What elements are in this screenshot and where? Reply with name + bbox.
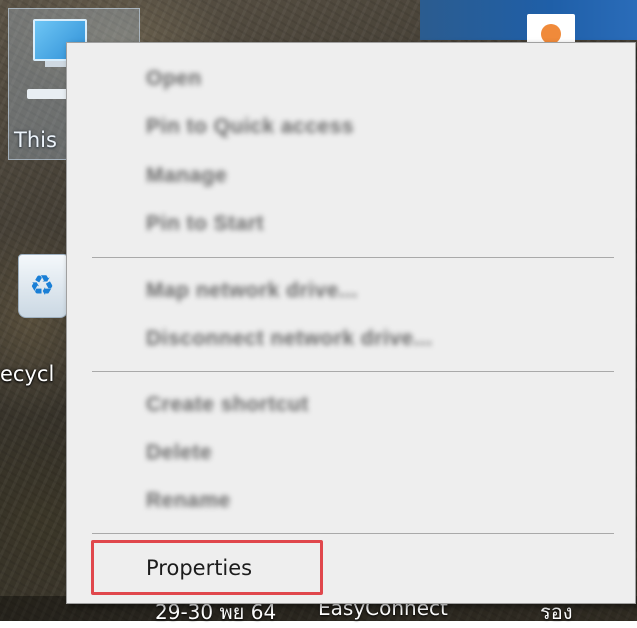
menu-item-open[interactable]: Open xyxy=(67,59,635,99)
menu-item-pin-quick-access[interactable]: Pin to Quick access xyxy=(67,107,635,147)
menu-item-create-shortcut[interactable]: Create shortcut xyxy=(67,385,635,425)
menu-item-map-network-drive[interactable]: Map network drive... xyxy=(67,271,635,311)
properties-highlight-box xyxy=(91,540,323,595)
menu-item-label: Manage xyxy=(146,164,228,187)
menu-item-label: Map network drive... xyxy=(146,279,358,302)
menu-separator xyxy=(92,533,614,534)
menu-item-label: Pin to Quick access xyxy=(146,115,354,138)
menu-item-label: Disconnect network drive... xyxy=(146,327,433,350)
menu-item-label: Pin to Start xyxy=(146,212,265,235)
menu-item-manage[interactable]: Manage xyxy=(67,156,635,196)
menu-item-label: Open xyxy=(146,67,202,90)
recycle-bin-desktop-icon[interactable]: ♻ xyxy=(18,248,70,320)
recycle-symbol-icon: ♻ xyxy=(29,269,55,302)
menu-separator xyxy=(92,371,614,372)
menu-item-pin-start[interactable]: Pin to Start xyxy=(67,204,635,244)
menu-item-label: Delete xyxy=(146,441,213,464)
menu-item-delete[interactable]: Delete xyxy=(67,433,635,473)
menu-item-label: Rename xyxy=(146,489,231,512)
menu-item-label: Create shortcut xyxy=(146,393,309,416)
menu-separator xyxy=(92,257,614,258)
menu-item-disconnect-network-drive[interactable]: Disconnect network drive... xyxy=(67,319,635,359)
recycle-bin-label: ecycl xyxy=(0,362,55,386)
menu-item-rename[interactable]: Rename xyxy=(67,481,635,521)
context-menu: Open Pin to Quick access Manage Pin to S… xyxy=(66,42,636,604)
